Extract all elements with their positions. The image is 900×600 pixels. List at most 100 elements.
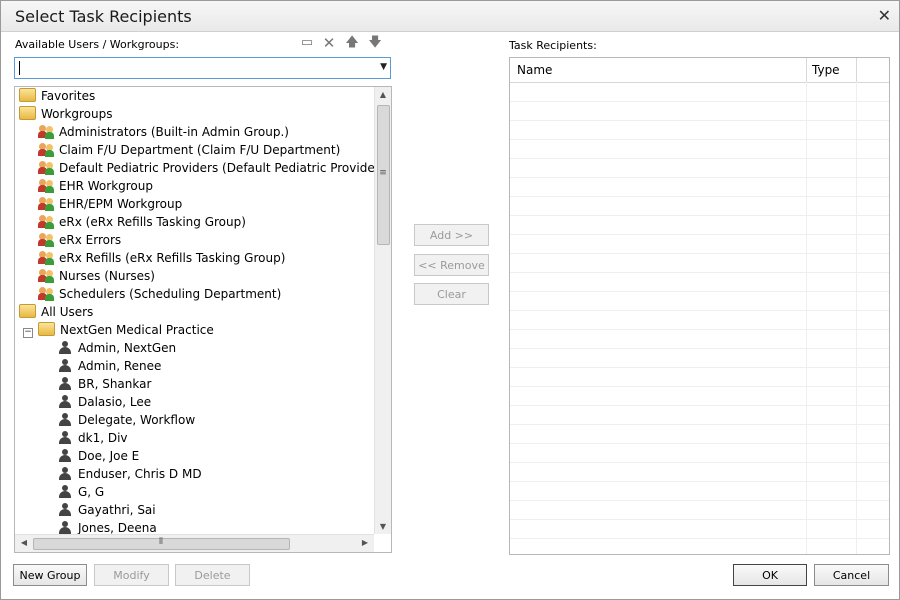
scroll-grip-icon: ⦀: [159, 537, 163, 547]
delete-button[interactable]: Delete: [175, 564, 250, 586]
tree-item-group[interactable]: Nurses (Nurses): [38, 267, 155, 285]
column-header-name[interactable]: Name: [517, 63, 552, 77]
tree-item-all-users[interactable]: All Users: [19, 303, 93, 321]
tree-item-group[interactable]: Claim F/U Department (Claim F/U Departme…: [38, 141, 340, 159]
move-down-icon[interactable]: 🡇: [367, 35, 383, 51]
users-workgroups-tree[interactable]: Favorites Workgroups Administrators (Bui…: [14, 86, 392, 553]
tree-item-label: Default Pediatric Providers (Default Ped…: [59, 161, 374, 175]
tree-item-label: NextGen Medical Practice: [60, 323, 214, 337]
task-recipients-label: Task Recipients:: [509, 39, 597, 52]
scroll-left-arrow-icon[interactable]: ◀: [16, 538, 32, 547]
tree-item-user[interactable]: Jones, Deena: [58, 519, 157, 534]
tree-item-label: Favorites: [41, 89, 96, 103]
grid-row-line: [510, 386, 889, 387]
grid-column-line: [856, 82, 857, 554]
grid-row-line: [510, 348, 889, 349]
dialog-title: Select Task Recipients: [15, 7, 192, 26]
tree-item-group[interactable]: eRx Errors: [38, 231, 121, 249]
tree-vertical-scrollbar[interactable]: ▲ ≡ ▼: [374, 87, 391, 534]
tree-item-user[interactable]: dk1, Div: [58, 429, 128, 447]
move-up-icon[interactable]: 🡅: [344, 35, 360, 51]
scroll-down-arrow-icon[interactable]: ▼: [375, 522, 391, 531]
new-group-icon[interactable]: ▭: [299, 35, 315, 51]
tree-item-label: Dalasio, Lee: [78, 395, 152, 409]
available-users-label: Available Users / Workgroups:: [15, 38, 180, 51]
tree-item-favorites[interactable]: Favorites: [19, 87, 95, 105]
grid-row-line: [510, 405, 889, 406]
collapse-icon[interactable]: −: [23, 328, 33, 338]
tree-item-label: dk1, Div: [78, 431, 128, 445]
tree-item-label: Admin, NextGen: [78, 341, 177, 355]
tree-item-user[interactable]: Admin, NextGen: [58, 339, 176, 357]
tree-item-label: eRx (eRx Refills Tasking Group): [59, 215, 246, 229]
grid-row-line: [510, 291, 889, 292]
group-icon: [38, 125, 55, 139]
column-separator[interactable]: [856, 58, 857, 82]
tree-item-workgroups[interactable]: Workgroups: [19, 105, 113, 123]
tree-item-label: eRx Errors: [59, 233, 122, 247]
group-icon: [38, 269, 55, 283]
tree-item-user[interactable]: Dalasio, Lee: [58, 393, 151, 411]
grid-row-line: [510, 500, 889, 501]
grid-row-line: [510, 367, 889, 368]
tree-item-group[interactable]: Default Pediatric Providers (Default Ped…: [38, 159, 374, 177]
tree-item-label: G, G: [78, 485, 105, 499]
column-separator[interactable]: [806, 58, 807, 82]
add-button[interactable]: Add >>: [414, 224, 489, 246]
clear-button[interactable]: Clear: [414, 283, 489, 305]
modify-button[interactable]: Modify: [94, 564, 169, 586]
close-icon[interactable]: ✕: [878, 6, 891, 25]
remove-button[interactable]: << Remove: [414, 254, 489, 276]
tree-item-user[interactable]: BR, Shankar: [58, 375, 151, 393]
tree-item-user[interactable]: Admin, Renee: [58, 357, 161, 375]
user-icon: [58, 521, 72, 534]
group-icon: [38, 161, 55, 175]
cancel-button[interactable]: Cancel: [814, 564, 889, 586]
folder-open-icon: [19, 304, 36, 318]
tree-item-group[interactable]: eRx (eRx Refills Tasking Group): [38, 213, 246, 231]
grid-row-line: [510, 120, 889, 121]
new-group-button[interactable]: New Group: [13, 564, 87, 586]
grid-row-line: [510, 101, 889, 102]
grid-row-line: [510, 329, 889, 330]
user-icon: [58, 413, 72, 427]
tree-item-group[interactable]: EHR Workgroup: [38, 177, 153, 195]
grid-row-line: [510, 196, 889, 197]
tree-item-group[interactable]: eRx Refills (eRx Refills Tasking Group): [38, 249, 285, 267]
tree-item-label: Doe, Joe E: [78, 449, 140, 463]
tree-item-user[interactable]: Gayathri, Sai: [58, 501, 156, 519]
group-icon: [38, 197, 55, 211]
user-icon: [58, 503, 72, 517]
tree-horizontal-scrollbar[interactable]: ◀ ⦀ ▶: [15, 534, 374, 552]
delete-x-icon[interactable]: ✕: [321, 35, 337, 51]
tree-item-label: Enduser, Chris D MD: [78, 467, 202, 481]
column-header-type[interactable]: Type: [812, 63, 840, 77]
tree-item-user[interactable]: Enduser, Chris D MD: [58, 465, 202, 483]
scroll-right-arrow-icon[interactable]: ▶: [357, 538, 373, 547]
task-recipients-grid[interactable]: Name Type: [509, 57, 890, 555]
tree-item-user[interactable]: G, G: [58, 483, 104, 501]
scroll-grip-icon: ≡: [379, 168, 387, 178]
tree-item-label: Nurses (Nurses): [59, 269, 155, 283]
folder-open-icon: [19, 106, 36, 120]
grid-row-line: [510, 272, 889, 273]
title-bar: Select Task Recipients ✕: [1, 1, 899, 32]
tree-item-group[interactable]: EHR/EPM Workgroup: [38, 195, 182, 213]
group-icon: [38, 143, 55, 157]
ok-button[interactable]: OK: [733, 564, 807, 586]
scroll-up-arrow-icon[interactable]: ▲: [375, 90, 391, 99]
search-combo-input[interactable]: ▼: [14, 57, 391, 79]
tree-item-label: Jones, Deena: [78, 521, 157, 534]
tree-item-label: All Users: [41, 305, 94, 319]
tree-item-group[interactable]: Schedulers (Scheduling Department): [38, 285, 281, 303]
tree-item-group[interactable]: Administrators (Built-in Admin Group.): [38, 123, 289, 141]
tree-item-label: BR, Shankar: [78, 377, 152, 391]
group-icon: [38, 233, 55, 247]
tree-item-practice[interactable]: − NextGen Medical Practice: [23, 321, 214, 339]
grid-row-line: [510, 158, 889, 159]
tree-item-user[interactable]: Doe, Joe E: [58, 447, 139, 465]
grid-row-line: [510, 538, 889, 539]
dropdown-arrow-icon[interactable]: ▼: [380, 62, 387, 72]
tree-item-user[interactable]: Delegate, Workflow: [58, 411, 195, 429]
select-task-recipients-dialog: Select Task Recipients ✕ Available Users…: [0, 0, 900, 600]
